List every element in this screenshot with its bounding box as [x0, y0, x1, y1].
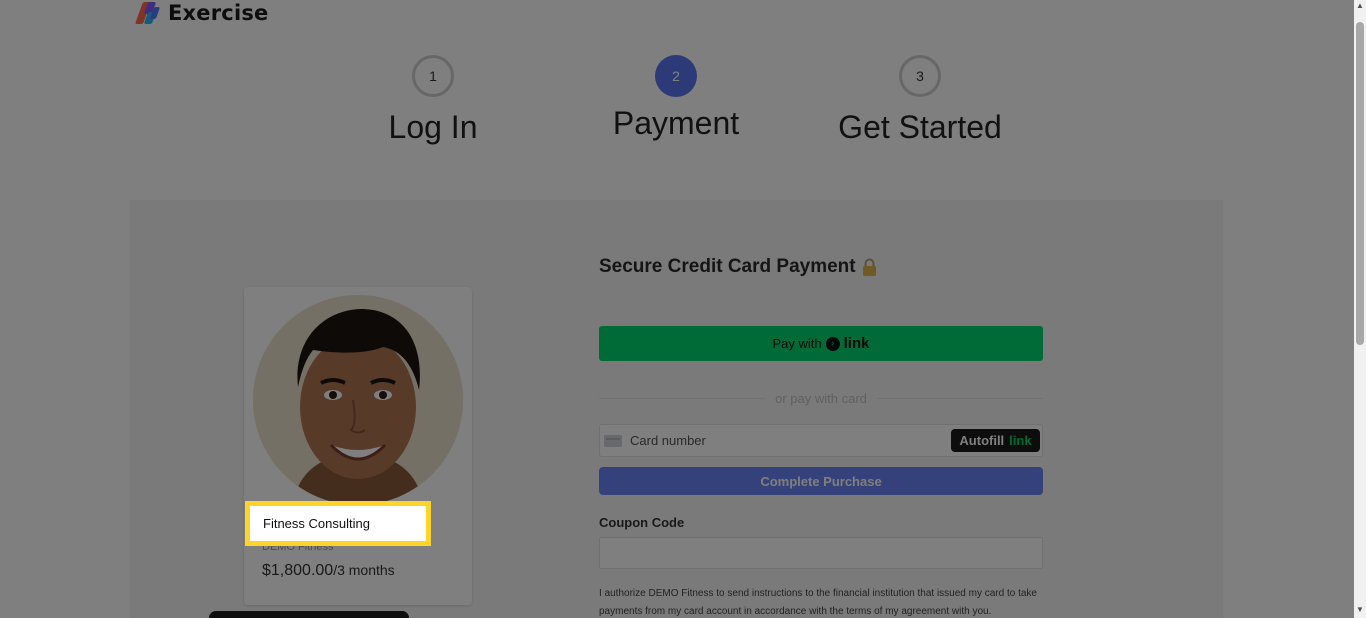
autofill-link-brand: link [1009, 433, 1032, 448]
checkout-page: Exercise 1 Log In 2 Payment 3 Get Starte… [0, 0, 1354, 618]
coupon-input[interactable] [599, 537, 1043, 569]
avatar [253, 295, 463, 505]
pay-with-label: Pay with [772, 336, 822, 351]
card-number-placeholder: Card number [630, 433, 706, 448]
autofill-label: Autofill [959, 433, 1005, 448]
price-period: /3 months [333, 562, 395, 578]
vertical-scrollbar[interactable]: ▲ ▼ [1354, 0, 1366, 618]
payment-title: Secure Credit Card Payment [599, 256, 877, 278]
coupon-label: Coupon Code [599, 515, 685, 530]
product-card [244, 287, 472, 605]
brand-logo-icon [134, 1, 161, 25]
autofill-link-button[interactable]: Autofill link [951, 429, 1040, 452]
lock-icon [862, 258, 877, 276]
brand-header[interactable]: Exercise [134, 0, 269, 26]
step-number: 3 [899, 55, 941, 97]
scroll-up-icon[interactable]: ▲ [1354, 0, 1366, 12]
step-number: 1 [412, 55, 454, 97]
portrait-image [253, 295, 463, 505]
step-label: Get Started [838, 109, 1002, 145]
brand-title: Exercise [168, 1, 269, 25]
step-number: 2 [655, 55, 697, 97]
bottom-dark-bar [209, 611, 409, 618]
scroll-thumb[interactable] [1356, 22, 1364, 345]
authorization-text: I authorize DEMO Fitness to send instruc… [599, 588, 1037, 617]
credit-card-icon [604, 434, 622, 447]
scroll-down-icon[interactable]: ▼ [1354, 604, 1366, 616]
link-arrow-icon: › [825, 336, 840, 351]
step-label: Log In [388, 109, 478, 145]
card-number-field[interactable]: Card number Autofill link [599, 424, 1043, 457]
step-log-in: 1 Log In [323, 55, 543, 146]
step-get-started: 3 Get Started [810, 55, 1030, 146]
product-price: $1,800.00/3 months [262, 562, 395, 580]
complete-purchase-button[interactable]: Complete Purchase [599, 467, 1043, 495]
step-label: Payment [612, 105, 740, 141]
price-amount: $1,800.00 [262, 562, 334, 579]
product-name-highlight[interactable]: Fitness Consulting [245, 501, 431, 546]
payment-title-text: Secure Credit Card Payment [599, 256, 856, 277]
step-payment: 2 Payment [566, 55, 786, 142]
divider-text: or pay with card [775, 390, 867, 406]
link-brand: link [843, 335, 870, 352]
pay-with-card-divider: or pay with card [599, 390, 1044, 406]
pay-with-link-button[interactable]: Pay with › link [599, 326, 1043, 361]
